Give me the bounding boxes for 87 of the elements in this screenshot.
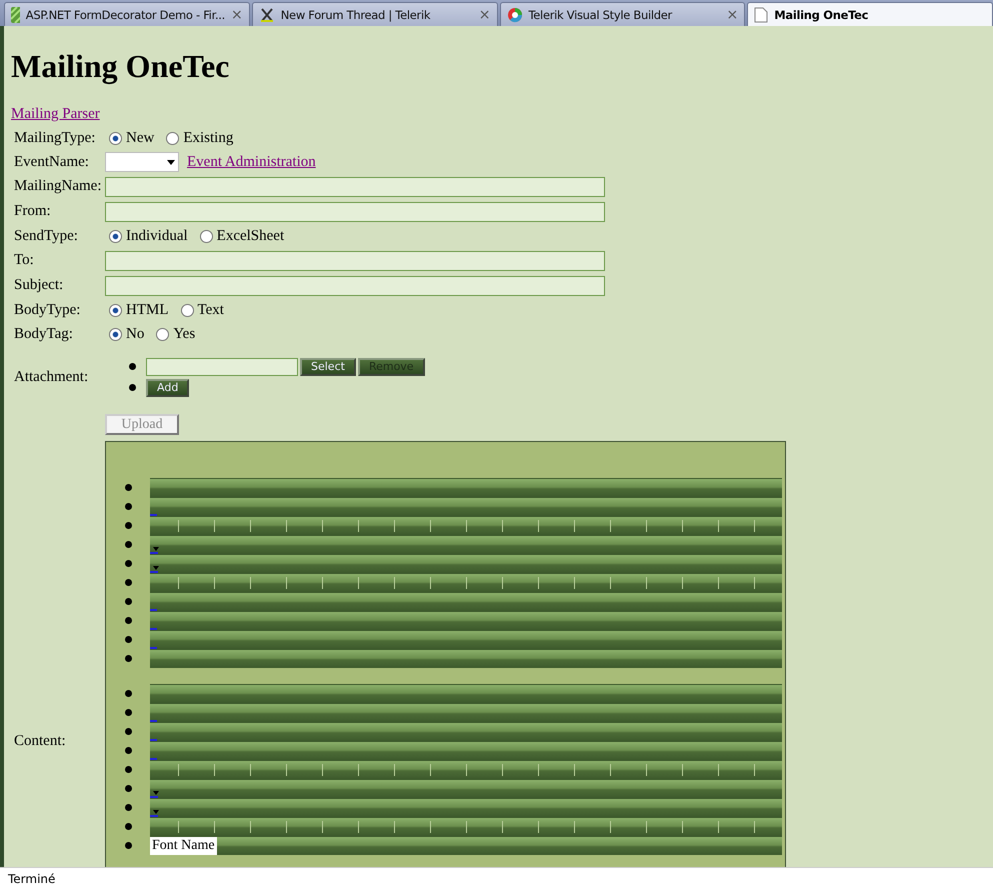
page-title: Mailing OneTec: [11, 48, 230, 85]
file-field[interactable]: [146, 358, 298, 376]
browser-tab[interactable]: Mailing OneTec: [747, 2, 993, 26]
field-label: BodyTag:: [14, 326, 74, 342]
bullet-icon: [124, 484, 132, 491]
link-mark: [150, 796, 158, 798]
text-field[interactable]: [105, 202, 605, 222]
link-mark: [150, 628, 157, 630]
link-mark: [150, 720, 157, 722]
close-icon[interactable]: ×: [726, 6, 738, 22]
bullet-icon: [124, 747, 132, 754]
browser-tab[interactable]: ASP.NET FormDecorator Demo - Fir... ×: [4, 2, 250, 26]
bullet-icon: [124, 804, 132, 811]
select-button[interactable]: Select: [300, 358, 356, 376]
option-label: HTML: [126, 302, 168, 318]
cross-icon: [258, 6, 275, 22]
status-text: Terminé: [0, 867, 993, 890]
option-label: ExcelSheet: [216, 228, 284, 244]
link-mark: [150, 514, 157, 516]
field-label: MailingName:: [14, 178, 102, 195]
link-mark: [150, 739, 157, 741]
field-label: EventName:: [14, 154, 90, 170]
browser-tab[interactable]: Telerik Visual Style Builder ×: [500, 2, 746, 26]
bullet-icon: [124, 766, 132, 773]
link-mark: [150, 647, 157, 649]
bullet-icon: [124, 522, 132, 529]
browser-tab[interactable]: New Forum Thread | Telerik ×: [252, 2, 498, 26]
bullet-icon: [129, 384, 136, 391]
striped-square-icon: [11, 6, 20, 22]
page-icon: [754, 6, 768, 22]
link-mark: [150, 571, 158, 573]
option-label: New: [126, 130, 154, 146]
link-mark: [150, 758, 157, 760]
bullet-icon: [124, 579, 132, 586]
field-label: BodyType:: [14, 302, 82, 318]
font-name-dropdown[interactable]: Font Name: [150, 837, 217, 855]
bullet-icon: [124, 655, 132, 662]
caret-icon: [153, 791, 161, 796]
option-label: Yes: [173, 326, 196, 342]
add-button[interactable]: Add: [146, 378, 190, 396]
bullet-icon: [124, 728, 132, 735]
bullet-icon: [124, 709, 132, 716]
close-icon[interactable]: ×: [231, 6, 243, 22]
field-label: SendType:: [14, 228, 79, 244]
bullet-icon: [124, 560, 132, 567]
radio-button[interactable]: [166, 132, 180, 144]
field-label: Subject:: [14, 277, 64, 294]
caret-icon: [167, 160, 175, 164]
radio-button[interactable]: [200, 230, 213, 242]
bullet-icon: [124, 503, 132, 510]
field-label: From:: [14, 203, 52, 220]
radio-button[interactable]: [109, 304, 122, 316]
close-icon[interactable]: ×: [478, 6, 490, 22]
text-field[interactable]: [105, 276, 605, 296]
bullet-icon: [124, 785, 132, 792]
radio-button[interactable]: [109, 132, 122, 144]
link-mark: [150, 815, 158, 817]
bullet-icon: [124, 598, 132, 605]
bullet-icon: [129, 363, 136, 370]
option-label: No: [126, 326, 144, 342]
option-label: Individual: [126, 228, 188, 244]
text-field[interactable]: [105, 250, 605, 270]
bullet-icon: [124, 617, 132, 624]
caret-icon: [153, 810, 161, 815]
radio-button[interactable]: [109, 230, 122, 242]
bullet-icon: [124, 842, 132, 849]
link-mark: [150, 609, 157, 611]
caret-icon: [153, 547, 161, 552]
bullet-icon: [124, 541, 132, 548]
field-label: Content:: [14, 732, 67, 750]
radio-button[interactable]: [109, 328, 122, 340]
parser-link[interactable]: Mailing Parser: [11, 106, 100, 122]
radio-button[interactable]: [156, 328, 170, 340]
bullet-icon: [124, 823, 132, 830]
bullet-icon: [124, 636, 132, 643]
radio-button[interactable]: [180, 304, 194, 316]
option-label: Text: [198, 302, 224, 318]
caret-icon: [153, 566, 161, 571]
color-circle-icon: [506, 6, 522, 22]
event-link[interactable]: Event Administration: [187, 154, 316, 170]
link-mark: [150, 552, 158, 554]
field-label: To:: [14, 252, 35, 269]
bullet-icon: [124, 690, 132, 697]
field-label: MailingType:: [14, 130, 96, 146]
field-label: Attachment:: [14, 368, 90, 386]
option-label: Existing: [183, 130, 234, 146]
text-field[interactable]: [105, 176, 605, 196]
